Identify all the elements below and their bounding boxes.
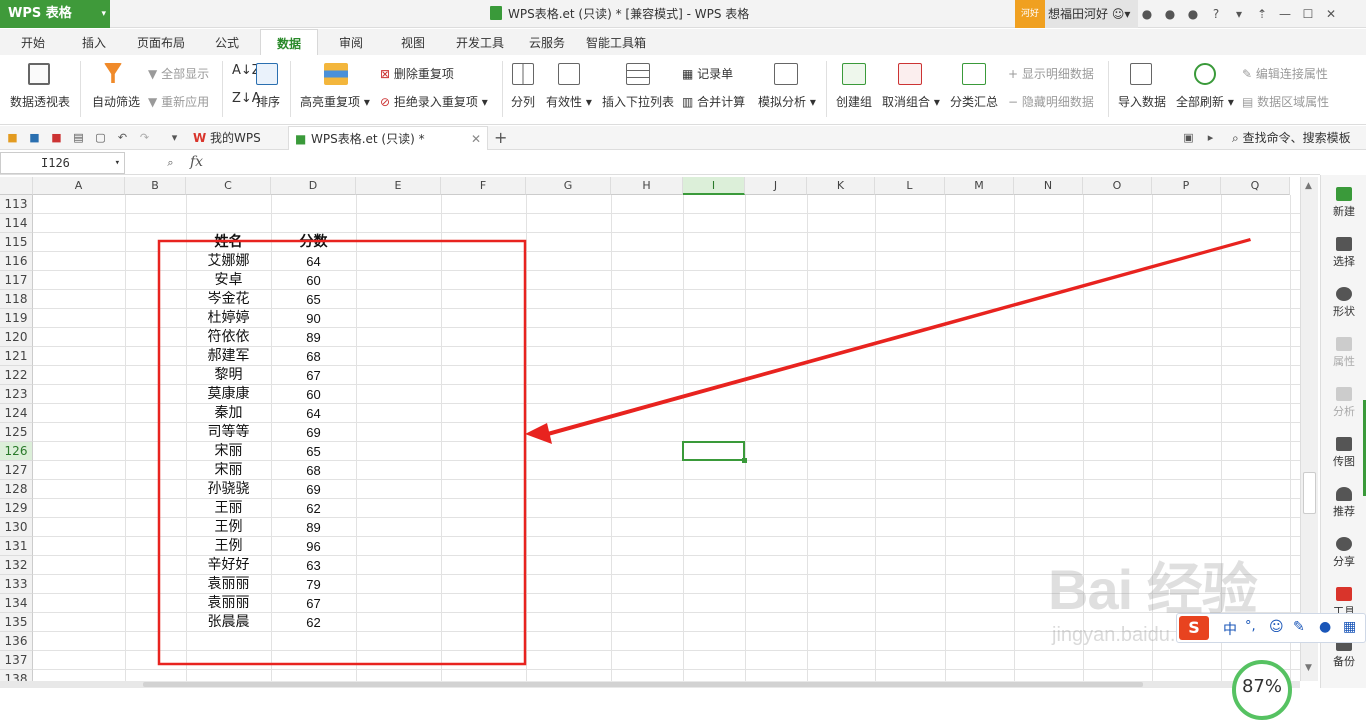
annotation-highlight-box <box>157 239 527 666</box>
ime-punctuation-icon[interactable]: °, <box>1245 619 1256 634</box>
annotation-arrow-shaft <box>540 238 1251 438</box>
ime-handwrite-icon[interactable]: ✎ <box>1293 619 1305 635</box>
ime-lang-toggle[interactable]: 中 <box>1223 619 1237 639</box>
ime-toolbar[interactable]: S 中 °, ☺ ✎ ● ▦ <box>1176 613 1366 643</box>
ime-voice-icon[interactable]: ● <box>1319 619 1331 635</box>
sogou-logo-icon: S <box>1179 616 1209 640</box>
zoom-indicator[interactable]: 87% <box>1232 660 1292 720</box>
ime-toolbox-icon[interactable]: ▦ <box>1343 619 1356 635</box>
ime-emoji-icon[interactable]: ☺ <box>1269 619 1284 635</box>
annotation-arrow-head <box>525 423 552 444</box>
